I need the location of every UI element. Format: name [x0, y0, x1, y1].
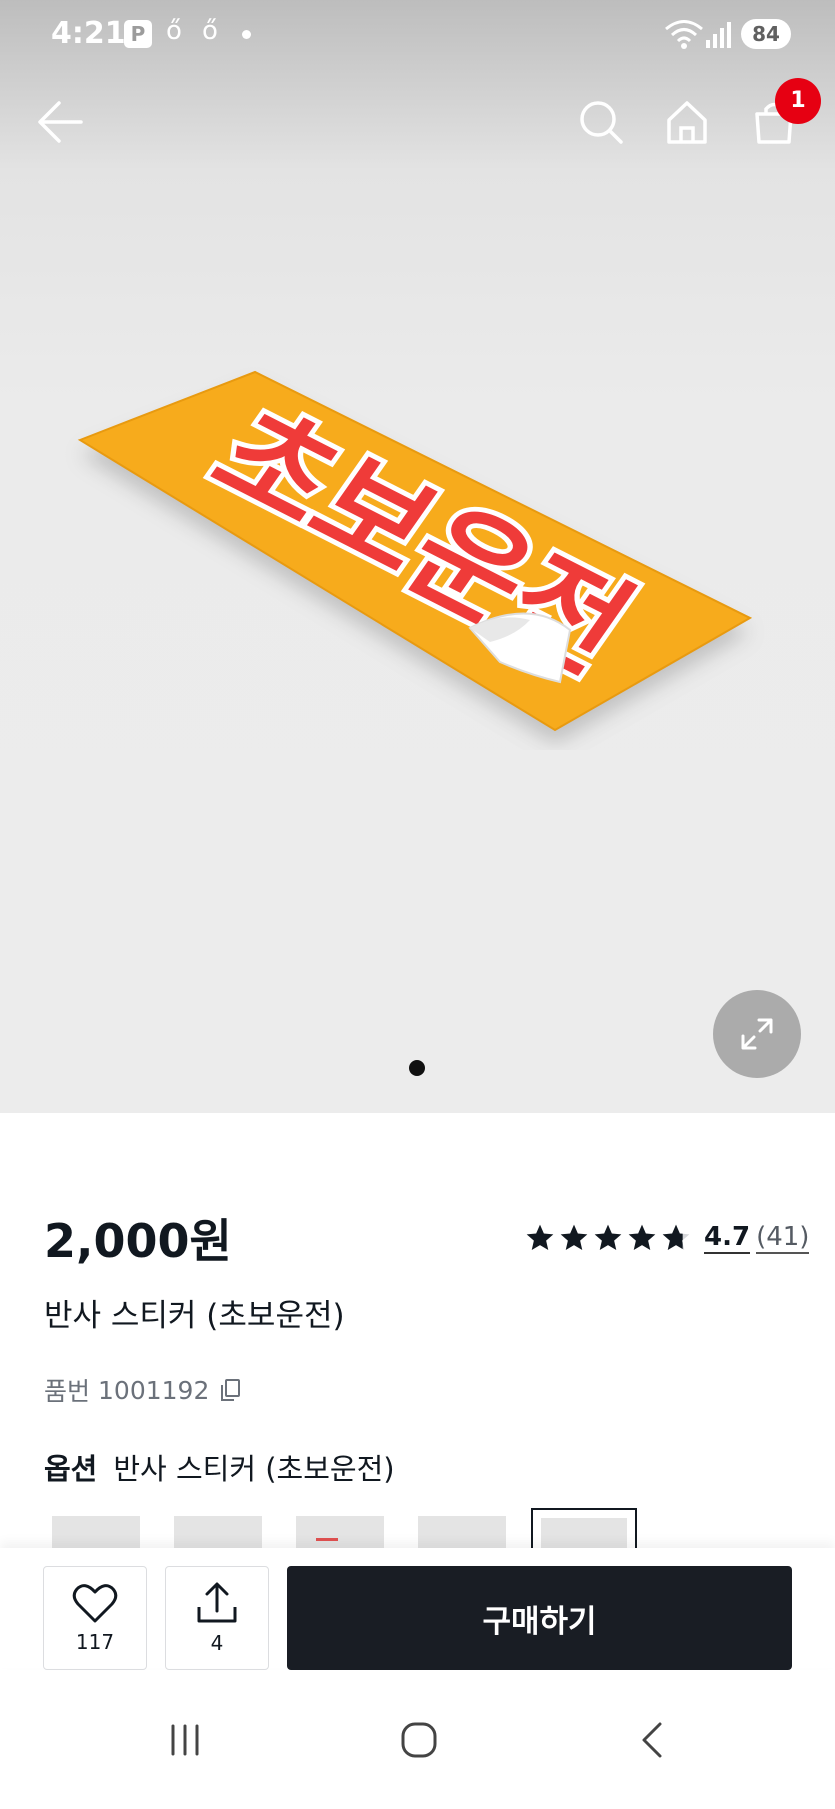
- option-label: 옵션: [44, 1452, 98, 1486]
- p-app-icon: P: [124, 20, 152, 48]
- recent-apps-icon: [171, 1724, 199, 1756]
- status-time: 4:21: [51, 16, 126, 51]
- product-rating[interactable]: 4.7 (41): [524, 1222, 810, 1254]
- home-button[interactable]: [657, 92, 717, 152]
- home-nav-button[interactable]: [384, 1710, 454, 1770]
- option-thumbnail[interactable]: [52, 1516, 140, 1548]
- expand-icon: [741, 1018, 773, 1050]
- sku-value: 1001192: [98, 1375, 210, 1405]
- cart-count-badge: 1: [775, 78, 821, 124]
- search-button[interactable]: [571, 92, 631, 152]
- home-icon: [667, 101, 707, 144]
- back-nav-button[interactable]: [618, 1710, 688, 1770]
- more-notifications-dot: [242, 30, 251, 39]
- signal-icon: [706, 22, 731, 48]
- expand-image-button[interactable]: [713, 990, 801, 1078]
- buy-button[interactable]: 구매하기: [287, 1566, 792, 1670]
- back-button[interactable]: [30, 92, 90, 152]
- rating-score[interactable]: 4.7: [704, 1222, 751, 1254]
- recent-apps-button[interactable]: [150, 1710, 220, 1770]
- wifi-icon: [665, 20, 703, 49]
- notification-icon: ő: [166, 16, 182, 46]
- share-count: 4: [210, 1631, 224, 1655]
- search-icon: [580, 101, 623, 144]
- review-count[interactable]: (41): [756, 1222, 810, 1254]
- notification-icon: ő: [202, 16, 218, 46]
- bottom-action-bar: 117 4 구매하기: [0, 1548, 835, 1670]
- system-navigation-bar: [0, 1680, 835, 1809]
- option-thumbnail[interactable]: [418, 1516, 506, 1548]
- battery-icon: 84: [741, 19, 791, 49]
- product-image-area[interactable]: 4:21 P ő ő 84 1 초보운전: [0, 0, 835, 1113]
- product-name: 반사 스티커 (초보운전): [44, 1298, 345, 1334]
- back-chevron-icon: [642, 1722, 662, 1758]
- star-icon: [628, 1224, 656, 1250]
- option-thumbnails: [44, 1508, 835, 1548]
- option-thumbnail-selected[interactable]: [531, 1508, 637, 1548]
- star-icon: [526, 1224, 554, 1250]
- product-sku: 품번 1001192: [44, 1372, 241, 1408]
- heart-icon: [72, 1584, 118, 1623]
- product-photo: 초보운전: [60, 330, 780, 750]
- carousel-page-indicator: [409, 1060, 425, 1076]
- star-icon: [594, 1224, 622, 1250]
- like-button[interactable]: 117: [43, 1566, 147, 1670]
- copy-icon[interactable]: [219, 1378, 241, 1402]
- like-count: 117: [75, 1630, 115, 1654]
- partial-star-icon: [662, 1224, 690, 1250]
- option-thumbnail[interactable]: [174, 1516, 262, 1548]
- option-thumbnail[interactable]: [296, 1516, 384, 1548]
- star-icon: [560, 1224, 588, 1250]
- sticker-image: 초보운전: [77, 370, 753, 732]
- rating-stars: [524, 1222, 692, 1254]
- selected-option: 반사 스티커 (초보운전): [113, 1452, 395, 1486]
- home-circle-icon: [401, 1722, 437, 1758]
- share-button[interactable]: 4: [165, 1566, 269, 1670]
- share-icon: [197, 1582, 237, 1623]
- option-row: 옵션 반사 스티커 (초보운전): [44, 1446, 395, 1488]
- status-bar: 4:21 P ő ő 84: [0, 0, 835, 70]
- back-arrow-icon: [38, 101, 83, 143]
- sku-label: 품번: [44, 1377, 91, 1406]
- product-price: 2,000원: [44, 1214, 232, 1268]
